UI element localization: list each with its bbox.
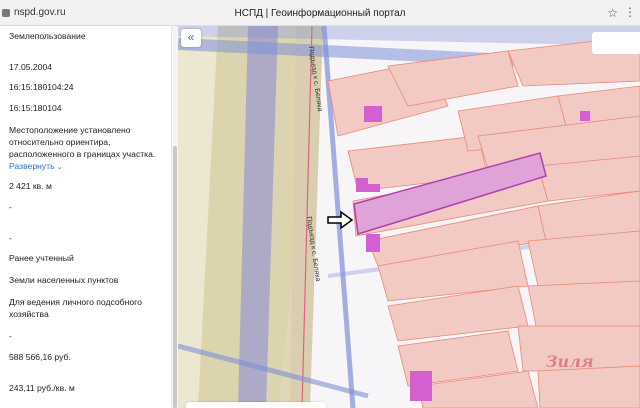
expand-link[interactable]: Развернуть ⌄ xyxy=(9,160,169,174)
cadastral-number: 16:15:180104:24 xyxy=(9,82,74,92)
expand-label[interactable]: Развернуть xyxy=(9,161,55,171)
usage-line-1: Для ведения личного подсобного xyxy=(9,297,142,307)
chevron-down-icon[interactable]: ⌄ xyxy=(57,164,63,171)
panel-scrollbar[interactable] xyxy=(171,26,178,408)
cadastral-value: 588 566,16 руб. xyxy=(9,352,71,362)
map-view[interactable]: Подъезд к с. Беляка Подъезд к с. Беляка xyxy=(178,26,640,408)
menu-dots-icon[interactable]: ⋮ xyxy=(624,5,636,19)
land-type: Землепользование xyxy=(9,31,86,41)
collapse-panel-button[interactable]: « xyxy=(181,29,201,47)
category-value: Земли населенных пунктов xyxy=(9,275,119,285)
bottom-toolbar[interactable] xyxy=(186,402,326,408)
empty-value-1: - xyxy=(9,202,12,212)
cadastral-quarter: 16:15:180104 xyxy=(9,103,62,113)
area-value: 2 421 кв. м xyxy=(9,181,52,191)
map-canvas[interactable] xyxy=(178,26,640,408)
info-panel: Землепользование 17.05.2004 16:15:180104… xyxy=(0,26,178,408)
page-title: НСПД | Геоинформационный портал xyxy=(234,8,406,19)
price-per-sqm: 243,11 руб./кв. м xyxy=(9,383,75,393)
browser-topbar: nspd.gov.ru НСПД | Геоинформационный пор… xyxy=(0,0,640,26)
location-line-3: расположенного в границах участка. xyxy=(9,149,156,159)
status-value: Ранее учтенный xyxy=(9,253,74,263)
empty-value-2: - xyxy=(9,233,12,243)
bookmark-icon[interactable]: ☆ xyxy=(607,6,618,20)
location-line-1: Местоположение установлено xyxy=(9,125,131,135)
map-control[interactable] xyxy=(592,32,640,54)
watermark-logo: Зиля xyxy=(546,352,594,371)
usage-line-2: хозяйства xyxy=(9,309,49,319)
location-line-2: относительно ориентира, xyxy=(9,137,111,147)
registration-date: 17.05.2004 xyxy=(9,62,53,72)
scrollbar-thumb[interactable] xyxy=(173,146,177,408)
empty-value-3: - xyxy=(9,331,12,341)
